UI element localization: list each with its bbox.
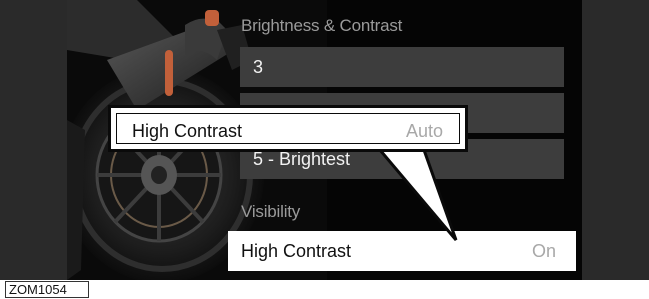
brightness-option-3[interactable]: 3 (240, 47, 564, 87)
high-contrast-value: On (531, 241, 556, 261)
callout-inner-frame: High Contrast Auto (116, 113, 460, 144)
brightness-contrast-heading: Brightness & Contrast (241, 16, 403, 35)
display-bezel-left (0, 0, 67, 280)
high-contrast-label: High Contrast (241, 241, 352, 261)
callout-value: Auto (405, 121, 443, 141)
callout-label: High Contrast (132, 121, 243, 141)
high-contrast-auto-callout: High Contrast Auto (108, 105, 468, 152)
display-bezel-right (582, 0, 649, 280)
high-contrast-row[interactable]: High Contrast On (228, 231, 576, 271)
figure-code-label: ZOM1054 (5, 281, 89, 298)
brightness-option-label: 5 - Brightest (253, 149, 351, 169)
visibility-heading: Visibility (241, 202, 301, 221)
brightness-option-label: 3 (253, 57, 264, 77)
